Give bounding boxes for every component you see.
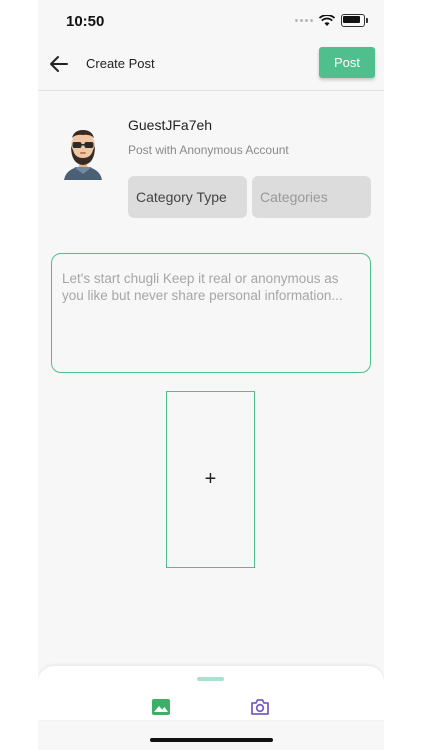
post-button[interactable]: Post — [319, 47, 375, 78]
category-type-select[interactable]: Category Type — [128, 176, 247, 218]
app-header: Create Post Post — [38, 44, 384, 91]
status-bar: 10:50 — [38, 0, 384, 44]
battery-icon — [341, 14, 365, 27]
account-subtitle: Post with Anonymous Account — [128, 143, 289, 157]
sheet-handle[interactable] — [197, 677, 224, 681]
status-time: 10:50 — [66, 13, 105, 30]
categories-select[interactable]: Categories — [252, 176, 371, 218]
page-title: Create Post — [86, 56, 155, 71]
status-icons — [295, 14, 368, 27]
signal-icon — [295, 19, 313, 22]
battery-tip — [366, 18, 368, 23]
back-arrow-icon[interactable] — [48, 53, 70, 75]
plus-icon: + — [204, 468, 217, 490]
media-bottom-sheet — [38, 666, 384, 720]
gallery-icon[interactable] — [152, 699, 170, 715]
wifi-icon — [319, 14, 335, 26]
app-screen: 10:50 Create Post Post GuestJFa7eh Post … — [38, 0, 384, 750]
add-media-button[interactable]: + — [166, 391, 255, 568]
camera-icon[interactable] — [250, 698, 270, 716]
post-text-input[interactable] — [51, 253, 371, 373]
username: GuestJFa7eh — [128, 117, 213, 133]
home-indicator[interactable] — [150, 738, 273, 742]
avatar — [64, 130, 102, 180]
